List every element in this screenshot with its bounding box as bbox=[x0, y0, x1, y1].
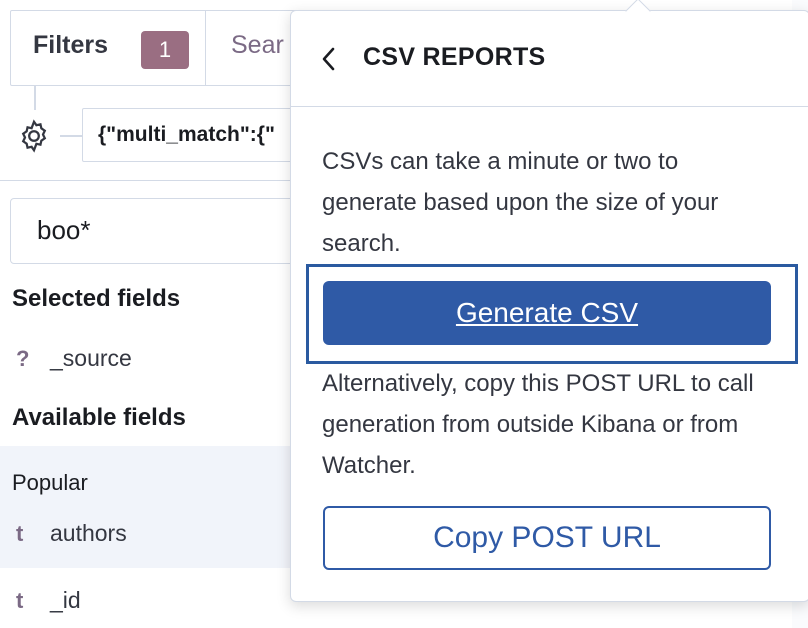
post-url-description: Alternatively, copy this POST URL to cal… bbox=[322, 370, 754, 479]
field-type-string-icon: t bbox=[16, 588, 24, 613]
connector-line bbox=[34, 86, 36, 110]
filter-tabs: Filters 1 Sear bbox=[10, 10, 310, 86]
field-row-authors[interactable]: t authors bbox=[0, 505, 300, 561]
filter-query-text: {"multi_match":{" bbox=[98, 123, 275, 146]
filters-count-badge: 1 bbox=[141, 31, 189, 69]
field-name: _source bbox=[50, 345, 132, 371]
popover-title: CSV REPORTS bbox=[363, 43, 546, 71]
field-search-value: boo* bbox=[37, 215, 91, 245]
field-type-string-icon: t bbox=[16, 521, 24, 546]
available-fields-title: Available fields bbox=[12, 404, 186, 431]
field-name: authors bbox=[50, 520, 127, 546]
divider bbox=[0, 180, 300, 181]
csv-reports-popover: CSV REPORTS CSVs can take a minute or tw… bbox=[290, 0, 808, 602]
csv-description: CSVs can take a minute or two to generat… bbox=[322, 148, 719, 257]
gear-icon[interactable] bbox=[16, 118, 52, 154]
field-search-input[interactable]: boo* bbox=[10, 198, 310, 264]
connector-line bbox=[60, 135, 82, 137]
generate-csv-button[interactable]: Generate CSV bbox=[323, 281, 771, 345]
popover-header: CSV REPORTS bbox=[291, 11, 808, 107]
filters-label: Filters bbox=[33, 31, 109, 59]
field-name: _id bbox=[50, 587, 81, 613]
field-type-unknown-icon: ? bbox=[16, 346, 30, 371]
popular-label: Popular bbox=[12, 470, 88, 495]
field-row-source[interactable]: ? _source bbox=[0, 330, 300, 386]
copy-post-url-button[interactable]: Copy POST URL bbox=[323, 506, 771, 570]
filter-query-pill[interactable]: {"multi_match":{" bbox=[82, 108, 312, 162]
chevron-left-icon[interactable] bbox=[313, 41, 345, 77]
search-tab[interactable]: Sear bbox=[231, 31, 284, 60]
filters-tab[interactable]: Filters 1 bbox=[11, 11, 206, 85]
selected-fields-title: Selected fields bbox=[12, 285, 181, 312]
field-row-id[interactable]: t _id bbox=[0, 572, 300, 628]
